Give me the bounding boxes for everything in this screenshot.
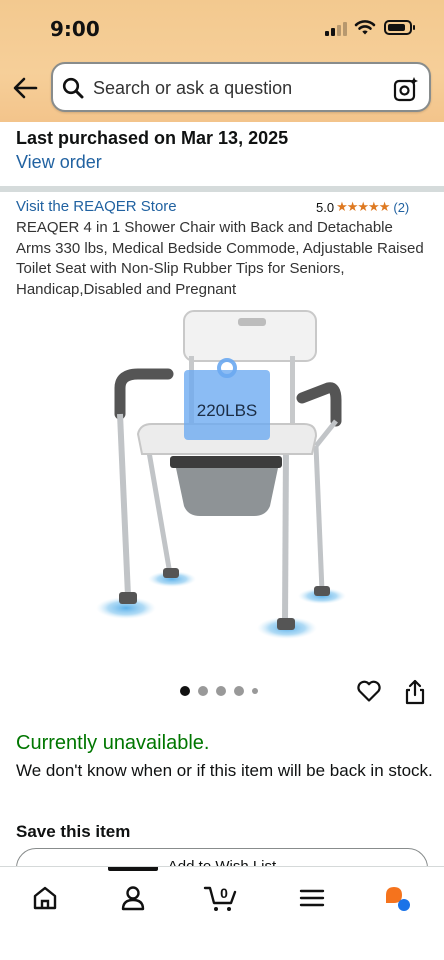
battery-icon (384, 20, 415, 35)
home-icon[interactable] (30, 883, 60, 913)
top-header: 9:00 (0, 0, 444, 122)
availability-message: We don't know when or if this item will … (16, 761, 433, 780)
purchase-info: Last purchased on Mar 13, 2025 (16, 128, 288, 149)
image-dot-2[interactable] (198, 686, 208, 696)
image-dot-3[interactable] (216, 686, 226, 696)
share-icon[interactable] (404, 679, 426, 705)
star-rating-icon: ★★★★★ (336, 199, 390, 214)
status-time: 9:00 (50, 17, 100, 41)
cellular-signal-icon (325, 22, 347, 36)
active-tab-indicator (108, 867, 158, 871)
cart-count: 0 (220, 885, 228, 901)
image-dot-5[interactable] (252, 688, 258, 694)
rating-value: 5.0 (316, 199, 335, 215)
status-bar: 9:00 (0, 0, 444, 58)
last-purchased-heading: Last purchased on Mar 13, 2025 (16, 128, 289, 148)
back-arrow-icon[interactable] (12, 75, 38, 101)
product-title: REAQER 4 in 1 Shower Chair with Back and… (16, 219, 424, 298)
rating-summary[interactable]: 5.0 ★★★★★ (2) (316, 199, 409, 215)
image-dot-4[interactable] (234, 686, 244, 696)
heart-icon[interactable] (356, 679, 382, 703)
image-pagination[interactable] (180, 686, 258, 696)
section-divider (0, 186, 444, 192)
store-link[interactable]: Visit the REAQER Store (16, 198, 177, 215)
wifi-icon (354, 20, 376, 35)
camera-lens-icon[interactable] (393, 76, 419, 102)
menu-icon[interactable] (297, 883, 327, 913)
availability-status: Currently unavailable. (16, 732, 210, 754)
rufus-icon[interactable] (382, 883, 412, 913)
view-order-link[interactable]: View order (16, 152, 102, 173)
weight-capacity-label: 220LBS (197, 401, 258, 420)
cart-icon[interactable]: 0 (203, 883, 239, 913)
account-icon[interactable] (118, 883, 148, 913)
bottom-navigation: 0 (0, 866, 444, 960)
save-item-heading: Save this item (16, 822, 131, 841)
rating-count: (2) (393, 199, 410, 215)
search-icon (62, 77, 84, 99)
product-image[interactable]: 220LBS (90, 306, 350, 646)
search-bar[interactable] (51, 62, 431, 112)
image-dot-1[interactable] (180, 686, 190, 696)
search-input[interactable] (93, 74, 383, 102)
